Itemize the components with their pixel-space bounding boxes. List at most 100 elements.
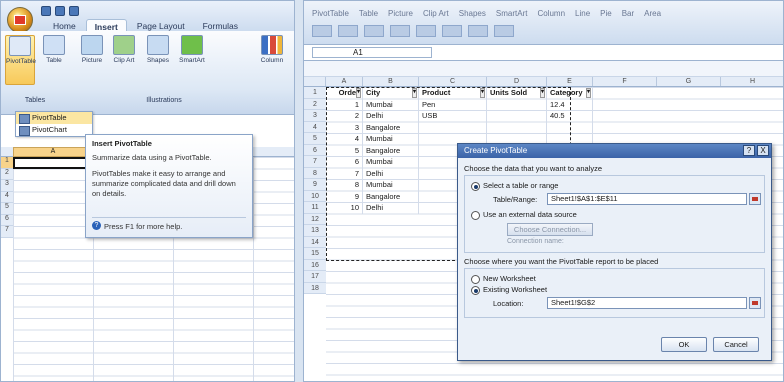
row-header[interactable]: 15 [304,248,326,260]
row-header[interactable]: 16 [304,259,326,271]
choose-connection-button[interactable]: Choose Connection... [507,223,593,236]
col-header-f[interactable]: F [593,77,657,86]
row-header[interactable]: 4 [1,191,13,203]
save-icon[interactable] [41,6,51,16]
create-pivottable-dialog: Create PivotTable ? X Choose the data th… [457,143,772,361]
row-headers: 1 2 3 4 5 6 7 [1,157,13,238]
dropdown-item-pivottable[interactable]: PivotTable [16,112,92,124]
row-header[interactable]: 3 [1,180,13,192]
office-button[interactable] [7,7,33,33]
row-header[interactable]: 10 [304,190,326,202]
cmd-column[interactable]: Column [537,9,565,18]
name-box[interactable]: A1 [312,47,432,58]
cmd-pie[interactable]: Pie [600,9,612,18]
cmd-pivottable[interactable]: PivotTable [312,9,349,18]
cmd-picture[interactable]: Picture [388,9,413,18]
col-header-e[interactable]: E [547,77,593,86]
row-header[interactable]: 7 [1,226,13,238]
cancel-button[interactable]: Cancel [713,337,759,352]
row-header[interactable]: 9 [304,179,326,191]
cmd-table[interactable]: Table [359,9,378,18]
row-header[interactable]: 5 [304,133,326,145]
radio-existing-worksheet[interactable]: Existing Worksheet [471,284,758,295]
ribbon-icon[interactable] [494,25,514,37]
row-header[interactable]: 1 [304,87,326,99]
pivottable-tooltip: Insert PivotTable Summarize data using a… [85,134,253,238]
group-label-tables: Tables [24,97,46,104]
cmd-shapes[interactable]: Shapes [459,9,486,18]
row-header[interactable]: 7 [304,156,326,168]
row-header[interactable]: 6 [304,144,326,156]
row-header[interactable]: 14 [304,236,326,248]
dropdown-item-pivotchart[interactable]: PivotChart [16,124,92,136]
table-button[interactable]: Table [39,35,69,85]
row-header[interactable]: 2 [304,98,326,110]
row-header[interactable]: 4 [304,121,326,133]
shapes-button[interactable]: Shapes [143,35,173,85]
radio-select-table-range[interactable]: Select a table or range [471,180,758,191]
row-header[interactable]: 2 [1,168,13,180]
table-range-input[interactable]: Sheet1!$A$1:$E$11 [547,193,747,205]
insert-ribbon: PivotTable Table Picture Clip Art Shapes… [1,31,294,115]
select-all-corner[interactable] [304,77,326,86]
undo-icon[interactable] [55,6,65,16]
col-header-c[interactable]: C [419,77,487,86]
row-header[interactable]: 17 [304,271,326,283]
dialog-title-bar[interactable]: Create PivotTable ? X [458,144,771,158]
data-source-group: Select a table or range Table/Range: She… [464,175,765,253]
column-chart-button-label: Column [260,57,284,64]
radio-new-worksheet[interactable]: New Worksheet [471,273,758,284]
collapse-dialog-icon[interactable] [749,297,761,309]
col-header-d[interactable]: D [487,77,547,86]
ribbon-icon[interactable] [416,25,436,37]
row-header[interactable]: 13 [304,225,326,237]
row-header[interactable]: 3 [304,110,326,122]
cmd-clipart[interactable]: Clip Art [423,9,449,18]
smartart-icon [181,35,203,55]
table-button-label: Table [46,57,62,64]
row-header[interactable]: 5 [1,203,13,215]
radio-external-source[interactable]: Use an external data source [471,209,758,220]
row-header[interactable]: 6 [1,214,13,226]
cmd-smartart[interactable]: SmartArt [496,9,528,18]
ribbon-icon[interactable] [390,25,410,37]
ribbon-icon[interactable] [364,25,384,37]
dialog-body: Choose the data that you want to analyze… [464,164,765,318]
row-header[interactable]: 18 [304,282,326,294]
row-header[interactable]: 8 [304,167,326,179]
cmd-bar[interactable]: Bar [622,9,634,18]
col-header-h[interactable]: H [721,77,783,86]
clipart-icon [113,35,135,55]
active-cell[interactable] [13,157,93,169]
dialog-help-button[interactable]: ? [743,145,755,156]
row-header[interactable]: 12 [304,213,326,225]
clipart-button[interactable]: Clip Art [109,35,139,85]
ribbon-icon[interactable] [468,25,488,37]
ok-button[interactable]: OK [661,337,707,352]
ribbon-icon[interactable] [442,25,462,37]
column-chart-button[interactable]: Column [257,35,287,85]
table-icon [43,35,65,55]
location-row: Location: Sheet1!$G$2 [493,297,761,311]
row-header[interactable]: 1 [1,157,13,169]
location-input[interactable]: Sheet1!$G$2 [547,297,747,309]
row-header[interactable]: 11 [304,202,326,214]
collapse-dialog-icon[interactable] [749,193,761,205]
group-label-illustrations: Illustrations [146,97,182,104]
pivottable-icon [9,36,31,56]
pivottable-button[interactable]: PivotTable [5,35,36,85]
dialog-close-button[interactable]: X [757,145,769,156]
col-header-a[interactable]: A [326,77,363,86]
picture-button[interactable]: Picture [77,35,107,85]
cmd-line[interactable]: Line [575,9,590,18]
column-header-a[interactable]: A [13,147,93,157]
ribbon-icon[interactable] [338,25,358,37]
col-header-b[interactable]: B [363,77,419,86]
cmd-area[interactable]: Area [644,9,661,18]
ribbon-icon[interactable] [312,25,332,37]
redo-icon[interactable] [69,6,79,16]
smartart-button[interactable]: SmartArt [177,35,207,85]
col-header-g[interactable]: G [657,77,721,86]
pivottable-button-label: PivotTable [6,58,36,65]
pivottable-dropdown: PivotTable PivotChart [15,111,93,137]
